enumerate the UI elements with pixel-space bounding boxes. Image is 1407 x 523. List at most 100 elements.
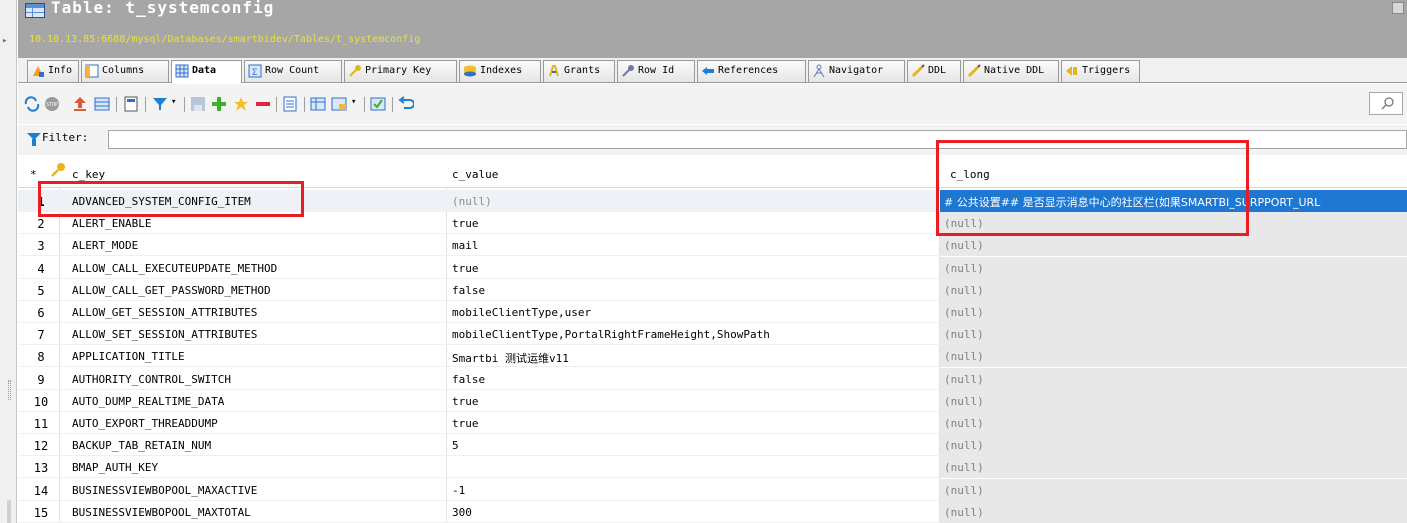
svg-text:STOP: STOP xyxy=(46,102,58,108)
table-row[interactable]: 11 AUTO_EXPORT_THREADDUMP true (null) xyxy=(18,412,1407,434)
cell-c-long[interactable]: (null) xyxy=(940,256,1407,279)
cell-c-long[interactable]: (null) xyxy=(940,367,1407,390)
tab-primary-key[interactable]: Primary Key xyxy=(344,60,457,82)
row-format-icon[interactable] xyxy=(282,96,298,112)
cell-c-value[interactable]: false xyxy=(452,373,485,386)
commit-icon[interactable] xyxy=(370,96,386,112)
cell-c-long[interactable]: (null) xyxy=(940,456,1407,479)
cell-c-value[interactable]: true xyxy=(452,262,479,275)
cell-c-value[interactable]: true xyxy=(452,395,479,408)
cell-c-long[interactable]: (null) xyxy=(940,434,1407,457)
undo-icon[interactable] xyxy=(398,96,414,112)
grid-view-icon[interactable] xyxy=(94,96,110,112)
cell-c-key[interactable]: AUTO_EXPORT_THREADDUMP xyxy=(72,417,218,430)
cell-c-key[interactable]: BUSINESSVIEWBOPOOL_MAXTOTAL xyxy=(72,506,251,519)
cell-c-key[interactable]: ALLOW_CALL_EXECUTEUPDATE_METHOD xyxy=(72,262,277,275)
restore-window-button[interactable] xyxy=(1392,2,1404,14)
table-row[interactable]: 8 APPLICATION_TITLE Smartbi 测试运维v11 (null) xyxy=(18,345,1407,368)
tab-row-count[interactable]: Σ Row Count xyxy=(244,60,342,82)
cell-c-key[interactable]: APPLICATION_TITLE xyxy=(72,350,185,363)
cell-c-long[interactable]: (null) xyxy=(940,278,1407,301)
table-row[interactable]: 13 BMAP_AUTH_KEY (null) xyxy=(18,456,1407,479)
cell-c-value[interactable]: mail xyxy=(452,239,479,252)
row-id-icon xyxy=(622,65,634,77)
cell-c-long[interactable]: (null) xyxy=(940,345,1407,368)
cell-c-key[interactable]: BACKUP_TAB_RETAIN_NUM xyxy=(72,439,211,452)
table-row[interactable]: 3 ALERT_MODE mail (null) xyxy=(18,234,1407,257)
tab-ddl[interactable]: DDL xyxy=(907,60,961,82)
cell-c-key[interactable]: ALLOW_CALL_GET_PASSWORD_METHOD xyxy=(72,284,271,297)
cell-c-key[interactable]: AUTO_DUMP_REALTIME_DATA xyxy=(72,395,224,408)
cell-c-long[interactable]: (null) xyxy=(940,234,1407,257)
save-icon[interactable] xyxy=(190,96,206,112)
tab-label: Row Count xyxy=(265,65,320,76)
highlight-box-long xyxy=(936,140,1249,236)
tab-triggers[interactable]: Triggers xyxy=(1061,60,1140,82)
table-row[interactable]: 6 ALLOW_GET_SESSION_ATTRIBUTES mobileClien… xyxy=(18,301,1407,323)
cell-c-value[interactable]: false xyxy=(452,284,485,297)
refresh-icon[interactable] xyxy=(24,96,40,112)
cell-c-key[interactable]: BUSINESSVIEWBOPOOL_MAXACTIVE xyxy=(72,484,257,497)
single-row-view-icon[interactable] xyxy=(310,96,326,112)
tab-references[interactable]: References xyxy=(697,60,806,82)
row-number: 13 xyxy=(33,461,49,476)
cell-c-long[interactable]: (null) xyxy=(940,301,1407,323)
table-row[interactable]: 15 BUSINESSVIEWBOPOOL_MAXTOTAL 300 (null) xyxy=(18,500,1407,523)
table-row[interactable]: 5 ALLOW_CALL_GET_PASSWORD_METHOD false (nul… xyxy=(18,278,1407,301)
cell-c-value[interactable]: mobileClientType,user xyxy=(452,306,591,319)
header-c-key[interactable]: c_key xyxy=(72,168,105,181)
row-number: 8 xyxy=(37,350,45,365)
star-icon[interactable] xyxy=(233,96,249,112)
cell-c-value[interactable]: (null) xyxy=(452,195,492,208)
tab-info[interactable]: Info xyxy=(27,60,79,82)
references-icon xyxy=(702,67,714,75)
tab-indexes[interactable]: Indexes xyxy=(459,60,541,82)
cell-c-value[interactable]: mobileClientType,PortalRightFrameHeight,… xyxy=(452,328,770,341)
highlight-box-key xyxy=(38,181,304,217)
row-number: 6 xyxy=(37,306,45,320)
cell-c-long[interactable]: (null) xyxy=(940,412,1407,434)
tab-grants[interactable]: Grants xyxy=(543,60,615,82)
table-row[interactable]: 4 ALLOW_CALL_EXECUTEUPDATE_METHOD true (nul… xyxy=(18,256,1407,279)
cell-c-key[interactable]: ALERT_MODE xyxy=(72,239,138,252)
cell-c-long[interactable]: (null) xyxy=(940,478,1407,501)
header-c-value[interactable]: c_value xyxy=(452,168,498,181)
cell-c-key[interactable]: BMAP_AUTH_KEY xyxy=(72,461,158,474)
tab-columns[interactable]: Columns xyxy=(81,60,169,82)
cell-c-long[interactable]: (null) xyxy=(940,500,1407,523)
export-icon[interactable] xyxy=(72,96,88,112)
table-row[interactable]: 12 BACKUP_TAB_RETAIN_NUM 5 (null) xyxy=(18,434,1407,457)
cell-c-key[interactable]: ALLOW_SET_SESSION_ATTRIBUTES xyxy=(72,328,257,341)
indexes-icon xyxy=(464,65,476,77)
cell-c-key[interactable]: ALLOW_GET_SESSION_ATTRIBUTES xyxy=(72,306,257,319)
tab-data[interactable]: Data xyxy=(171,60,242,83)
stop-icon[interactable]: STOP xyxy=(44,96,60,112)
table-row[interactable]: 10 AUTO_DUMP_REALTIME_DATA true (null) xyxy=(18,389,1407,412)
cell-c-value[interactable]: 5 xyxy=(452,439,459,452)
table-row[interactable]: 9 AUTHORITY_CONTROL_SWITCH false (null) xyxy=(18,367,1407,390)
filter-icon[interactable] xyxy=(152,96,168,112)
cell-c-long[interactable]: (null) xyxy=(940,389,1407,412)
cell-c-value[interactable]: Smartbi 测试运维v11 xyxy=(452,350,569,366)
cell-c-value[interactable]: 300 xyxy=(452,506,472,519)
toolbar-separator xyxy=(364,97,365,112)
tab-native-ddl[interactable]: Native DDL xyxy=(963,60,1059,82)
left-gutter: ▸ xyxy=(0,0,17,523)
cell-c-value[interactable]: true xyxy=(452,417,479,430)
search-box[interactable] xyxy=(1369,92,1403,115)
delete-row-icon[interactable] xyxy=(255,96,271,112)
add-row-icon[interactable] xyxy=(211,96,227,112)
cell-c-value[interactable]: true xyxy=(452,217,479,230)
table-row[interactable]: 14 BUSINESSVIEWBOPOOL_MAXACTIVE -1 (null) xyxy=(18,478,1407,501)
tab-navigator[interactable]: Navigator xyxy=(808,60,905,82)
table-row[interactable]: 7 ALLOW_SET_SESSION_ATTRIBUTES mobileClien… xyxy=(18,323,1407,346)
cell-c-long[interactable]: (null) xyxy=(940,323,1407,346)
splitter-grip[interactable] xyxy=(8,380,11,400)
import-icon[interactable] xyxy=(331,96,347,112)
gutter-scrollbar[interactable] xyxy=(7,500,11,523)
tab-row-id[interactable]: Row Id xyxy=(617,60,695,82)
cell-c-value[interactable]: -1 xyxy=(452,484,465,497)
cell-c-key[interactable]: ALERT_ENABLE xyxy=(72,217,151,230)
form-view-icon[interactable] xyxy=(123,96,139,112)
cell-c-key[interactable]: AUTHORITY_CONTROL_SWITCH xyxy=(72,373,231,386)
